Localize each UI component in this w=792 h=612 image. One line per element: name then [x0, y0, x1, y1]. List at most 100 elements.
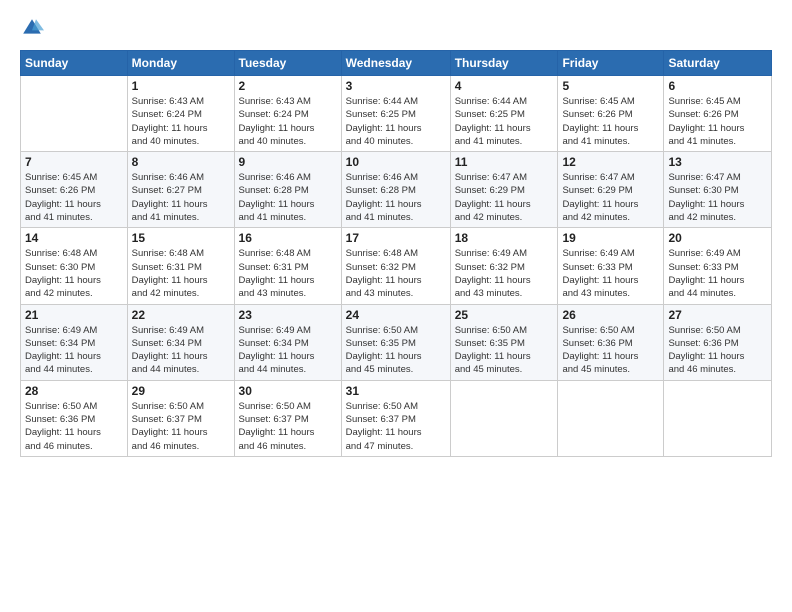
day-detail: Sunrise: 6:43 AM Sunset: 6:24 PM Dayligh…: [132, 95, 230, 148]
page: SundayMondayTuesdayWednesdayThursdayFrid…: [0, 0, 792, 467]
week-row-3: 14 Sunrise: 6:48 AM Sunset: 6:30 PM Dayli…: [21, 228, 772, 304]
day-number: 26: [562, 308, 659, 322]
day-number: 10: [346, 155, 446, 169]
day-number: 27: [668, 308, 767, 322]
calendar-cell: 3 Sunrise: 6:44 AM Sunset: 6:25 PM Daylig…: [341, 76, 450, 152]
calendar-cell: 5Sunrise: 6:45 AM Sunset: 6:26 PM Daylig…: [558, 76, 664, 152]
calendar-cell: 6 Sunrise: 6:45 AM Sunset: 6:26 PM Daylig…: [664, 76, 772, 152]
calendar-cell: 17Sunrise: 6:48 AM Sunset: 6:32 PM Dayli…: [341, 228, 450, 304]
week-row-5: 28Sunrise: 6:50 AM Sunset: 6:36 PM Dayli…: [21, 380, 772, 456]
day-detail: Sunrise: 6:47 AM Sunset: 6:29 PM Dayligh…: [455, 171, 554, 224]
day-detail: Sunrise: 6:44 AM Sunset: 6:25 PM Dayligh…: [346, 95, 446, 148]
day-detail: Sunrise: 6:49 AM Sunset: 6:34 PM Dayligh…: [25, 324, 123, 377]
day-number: 5: [562, 79, 659, 93]
calendar-cell: 16 Sunrise: 6:48 AM Sunset: 6:31 PM Dayli…: [234, 228, 341, 304]
calendar-cell: 26 Sunrise: 6:50 AM Sunset: 6:36 PM Dayli…: [558, 304, 664, 380]
day-detail: Sunrise: 6:48 AM Sunset: 6:31 PM Dayligh…: [239, 247, 337, 300]
day-detail: Sunrise: 6:43 AM Sunset: 6:24 PM Dayligh…: [239, 95, 337, 148]
week-row-4: 21 Sunrise: 6:49 AM Sunset: 6:34 PM Dayli…: [21, 304, 772, 380]
day-number: 8: [132, 155, 230, 169]
day-number: 20: [668, 231, 767, 245]
day-number: 2: [239, 79, 337, 93]
day-number: 11: [455, 155, 554, 169]
calendar-cell: 24 Sunrise: 6:50 AM Sunset: 6:35 PM Dayli…: [341, 304, 450, 380]
calendar-cell: [664, 380, 772, 456]
calendar-table: SundayMondayTuesdayWednesdayThursdayFrid…: [20, 50, 772, 457]
calendar-cell: 8 Sunrise: 6:46 AM Sunset: 6:27 PM Daylig…: [127, 152, 234, 228]
day-detail: Sunrise: 6:45 AM Sunset: 6:26 PM Dayligh…: [25, 171, 123, 224]
week-row-2: 7 Sunrise: 6:45 AM Sunset: 6:26 PM Daylig…: [21, 152, 772, 228]
day-number: 21: [25, 308, 123, 322]
col-header-sunday: Sunday: [21, 51, 128, 76]
day-number: 18: [455, 231, 554, 245]
day-detail: Sunrise: 6:49 AM Sunset: 6:32 PM Dayligh…: [455, 247, 554, 300]
day-number: 16: [239, 231, 337, 245]
calendar-cell: [558, 380, 664, 456]
day-number: 14: [25, 231, 123, 245]
week-row-1: 1 Sunrise: 6:43 AM Sunset: 6:24 PM Daylig…: [21, 76, 772, 152]
logo-icon: [20, 16, 44, 40]
day-number: 4: [455, 79, 554, 93]
col-header-thursday: Thursday: [450, 51, 558, 76]
day-detail: Sunrise: 6:50 AM Sunset: 6:35 PM Dayligh…: [455, 324, 554, 377]
calendar-cell: 20Sunrise: 6:49 AM Sunset: 6:33 PM Dayli…: [664, 228, 772, 304]
calendar-cell: 1 Sunrise: 6:43 AM Sunset: 6:24 PM Daylig…: [127, 76, 234, 152]
day-detail: Sunrise: 6:48 AM Sunset: 6:31 PM Dayligh…: [132, 247, 230, 300]
calendar-cell: 25 Sunrise: 6:50 AM Sunset: 6:35 PM Dayli…: [450, 304, 558, 380]
day-number: 23: [239, 308, 337, 322]
calendar-cell: 12 Sunrise: 6:47 AM Sunset: 6:29 PM Dayli…: [558, 152, 664, 228]
calendar-cell: 11 Sunrise: 6:47 AM Sunset: 6:29 PM Dayli…: [450, 152, 558, 228]
calendar-cell: 2 Sunrise: 6:43 AM Sunset: 6:24 PM Daylig…: [234, 76, 341, 152]
day-number: 1: [132, 79, 230, 93]
calendar-cell: 7 Sunrise: 6:45 AM Sunset: 6:26 PM Daylig…: [21, 152, 128, 228]
calendar-cell: [21, 76, 128, 152]
day-detail: Sunrise: 6:46 AM Sunset: 6:28 PM Dayligh…: [239, 171, 337, 224]
day-number: 6: [668, 79, 767, 93]
day-detail: Sunrise: 6:50 AM Sunset: 6:37 PM Dayligh…: [132, 400, 230, 453]
col-header-monday: Monday: [127, 51, 234, 76]
day-number: 9: [239, 155, 337, 169]
header-row: SundayMondayTuesdayWednesdayThursdayFrid…: [21, 51, 772, 76]
calendar-cell: 23 Sunrise: 6:49 AM Sunset: 6:34 PM Dayli…: [234, 304, 341, 380]
day-detail: Sunrise: 6:46 AM Sunset: 6:27 PM Dayligh…: [132, 171, 230, 224]
calendar-cell: 4Sunrise: 6:44 AM Sunset: 6:25 PM Daylig…: [450, 76, 558, 152]
day-detail: Sunrise: 6:47 AM Sunset: 6:30 PM Dayligh…: [668, 171, 767, 224]
calendar-cell: 13 Sunrise: 6:47 AM Sunset: 6:30 PM Dayli…: [664, 152, 772, 228]
header: [20, 16, 772, 40]
day-detail: Sunrise: 6:45 AM Sunset: 6:26 PM Dayligh…: [668, 95, 767, 148]
calendar-cell: 10 Sunrise: 6:46 AM Sunset: 6:28 PM Dayli…: [341, 152, 450, 228]
calendar-cell: 29 Sunrise: 6:50 AM Sunset: 6:37 PM Dayli…: [127, 380, 234, 456]
day-detail: Sunrise: 6:49 AM Sunset: 6:33 PM Dayligh…: [562, 247, 659, 300]
calendar-cell: 18 Sunrise: 6:49 AM Sunset: 6:32 PM Dayli…: [450, 228, 558, 304]
day-number: 28: [25, 384, 123, 398]
day-number: 25: [455, 308, 554, 322]
calendar-cell: 9 Sunrise: 6:46 AM Sunset: 6:28 PM Daylig…: [234, 152, 341, 228]
day-detail: Sunrise: 6:50 AM Sunset: 6:35 PM Dayligh…: [346, 324, 446, 377]
col-header-saturday: Saturday: [664, 51, 772, 76]
day-number: 31: [346, 384, 446, 398]
day-number: 3: [346, 79, 446, 93]
day-number: 13: [668, 155, 767, 169]
day-number: 30: [239, 384, 337, 398]
calendar-cell: 22Sunrise: 6:49 AM Sunset: 6:34 PM Dayli…: [127, 304, 234, 380]
calendar-cell: 30 Sunrise: 6:50 AM Sunset: 6:37 PM Dayli…: [234, 380, 341, 456]
day-detail: Sunrise: 6:47 AM Sunset: 6:29 PM Dayligh…: [562, 171, 659, 224]
day-number: 19: [562, 231, 659, 245]
day-detail: Sunrise: 6:50 AM Sunset: 6:37 PM Dayligh…: [239, 400, 337, 453]
day-detail: Sunrise: 6:46 AM Sunset: 6:28 PM Dayligh…: [346, 171, 446, 224]
calendar-cell: 28Sunrise: 6:50 AM Sunset: 6:36 PM Dayli…: [21, 380, 128, 456]
day-number: 15: [132, 231, 230, 245]
day-detail: Sunrise: 6:48 AM Sunset: 6:30 PM Dayligh…: [25, 247, 123, 300]
day-detail: Sunrise: 6:49 AM Sunset: 6:34 PM Dayligh…: [239, 324, 337, 377]
calendar-cell: 15 Sunrise: 6:48 AM Sunset: 6:31 PM Dayli…: [127, 228, 234, 304]
day-detail: Sunrise: 6:50 AM Sunset: 6:37 PM Dayligh…: [346, 400, 446, 453]
calendar-cell: [450, 380, 558, 456]
col-header-friday: Friday: [558, 51, 664, 76]
day-number: 7: [25, 155, 123, 169]
day-number: 12: [562, 155, 659, 169]
col-header-wednesday: Wednesday: [341, 51, 450, 76]
col-header-tuesday: Tuesday: [234, 51, 341, 76]
day-number: 24: [346, 308, 446, 322]
day-number: 29: [132, 384, 230, 398]
day-detail: Sunrise: 6:50 AM Sunset: 6:36 PM Dayligh…: [562, 324, 659, 377]
